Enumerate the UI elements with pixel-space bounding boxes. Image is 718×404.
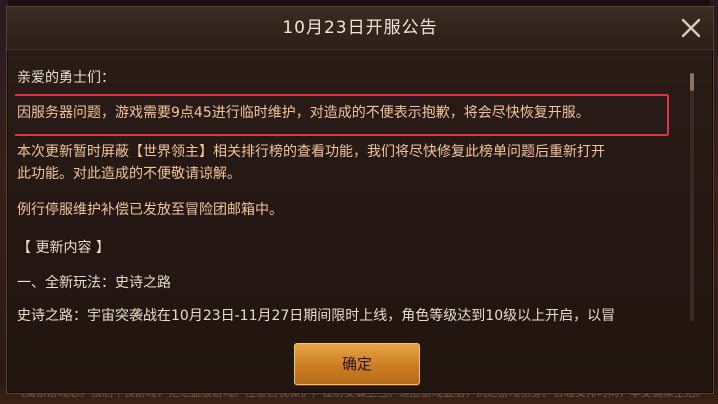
paragraph-1-line-1: 本次更新暂时屏蔽【世界领主】相关排行榜的查看功能，我们将尽快修复此榜单问题后重新… bbox=[17, 144, 605, 160]
greeting-text: 亲爱的勇士们： bbox=[17, 70, 115, 86]
paragraph-1-line-2: 此功能。对此造成的不便敬请谅解。 bbox=[17, 166, 241, 182]
list-item-description: 史诗之路：宇宙突袭战在10月23日-11月27日期间限时上线，角色等级达到10级… bbox=[17, 308, 616, 324]
list-item: 一、全新玩法：史诗之路 bbox=[17, 275, 171, 291]
announcement-dialog: 10月23日开服公告 亲爱的勇士们： 因服务器问题，游戏需要9点45进行临时维护… bbox=[6, 6, 714, 394]
dialog-header: 10月23日开服公告 bbox=[7, 7, 713, 50]
close-icon bbox=[681, 18, 701, 38]
scrollbar[interactable] bbox=[690, 73, 694, 321]
paragraph-2: 例行停服维护补偿已发放至冒险团邮箱中。 bbox=[17, 202, 283, 218]
maintenance-notice: 因服务器问题，游戏需要9点45进行临时维护，对造成的不便表示抱歉，将会尽快恢复开… bbox=[17, 105, 590, 121]
scrollbar-thumb[interactable] bbox=[690, 73, 694, 91]
announcement-content[interactable]: 亲爱的勇士们： 因服务器问题，游戏需要9点45进行临时维护，对造成的不便表示抱歉… bbox=[15, 59, 685, 327]
dialog-title: 10月23日开服公告 bbox=[282, 18, 438, 38]
section-header: 【 更新内容 】 bbox=[17, 240, 110, 256]
confirm-button[interactable]: 确定 bbox=[294, 343, 420, 385]
close-button[interactable] bbox=[679, 16, 703, 40]
